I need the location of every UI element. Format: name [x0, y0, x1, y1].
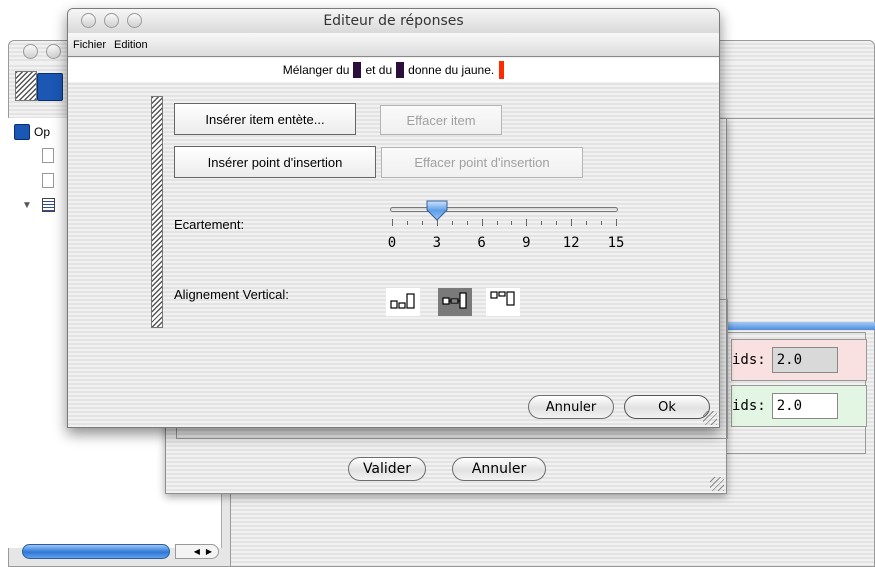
align-bottom-option[interactable] [386, 288, 420, 316]
insert-insertion-point-button[interactable]: Insérer point d'insertion [174, 146, 376, 178]
toolbar-grip [15, 71, 37, 101]
insert-header-item-button[interactable]: Insérer item entète... [174, 103, 356, 135]
weight-row: ids: [731, 339, 867, 381]
document-icon [42, 148, 54, 163]
spacing-slider-thumb[interactable] [425, 199, 449, 221]
slider-tick [556, 221, 558, 225]
sentence-text: Mélanger du [282, 63, 350, 77]
delete-item-button[interactable]: Effacer item [380, 105, 502, 135]
validate-button[interactable]: Valider [348, 457, 426, 481]
close-button[interactable] [81, 13, 96, 28]
slider-tick [451, 221, 453, 225]
slider-tick [466, 221, 468, 225]
align-middle-icon [442, 292, 467, 309]
tree-item-list[interactable]: ▼ [22, 198, 55, 212]
align-middle-option[interactable] [438, 288, 472, 316]
arrow-right-icon[interactable]: ▶ [206, 547, 212, 556]
slider-tick [541, 221, 543, 225]
weight-label: ids: [732, 352, 766, 368]
insertion-slot[interactable] [396, 62, 405, 78]
align-bottom-icon [390, 293, 415, 309]
tree-item-doc[interactable] [42, 173, 54, 188]
slider-tick [601, 221, 603, 225]
vertical-alignment-label: Alignement Vertical: [174, 287, 289, 302]
answer-editor-dialog: Editeur de réponses Fichier Edition Méla… [67, 8, 720, 428]
menu-file[interactable]: Fichier [73, 39, 106, 51]
slider-thumb-icon [426, 200, 448, 221]
answer-sentence[interactable]: Mélanger du et du donne du jaune. [68, 58, 719, 82]
slider-tick [616, 219, 617, 226]
slider-tick [526, 219, 528, 226]
disclosure-triangle-icon[interactable]: ▼ [22, 200, 32, 211]
ok-button[interactable]: Ok [624, 395, 710, 419]
horizontal-scroll-thumb[interactable] [22, 544, 170, 559]
slider-tick [571, 219, 573, 226]
dialog-title-text: Editeur de réponses [323, 13, 464, 29]
list-icon [41, 198, 55, 212]
minimize-button[interactable] [46, 44, 61, 59]
slider-tick [406, 221, 408, 225]
weight-label: ids: [732, 398, 766, 414]
book-icon[interactable] [37, 73, 63, 101]
insertion-slot[interactable] [353, 62, 362, 78]
arrow-left-icon[interactable]: ◀ [194, 547, 200, 556]
align-top-option[interactable] [486, 288, 520, 316]
dialog-title: Editeur de réponses [68, 9, 719, 34]
drag-handle[interactable] [151, 96, 163, 328]
slider-tick-label: 3 [432, 235, 442, 251]
slider-tick [496, 221, 498, 225]
slider-tick-label: 15 [607, 235, 625, 251]
cancel-button[interactable]: Annuler [452, 457, 546, 481]
slider-tick-label: 0 [387, 235, 397, 251]
book-icon [14, 124, 30, 140]
weight-field[interactable] [771, 347, 838, 373]
tree-item-root[interactable]: Op [14, 124, 50, 140]
resize-grip[interactable] [710, 477, 724, 491]
close-button[interactable] [23, 44, 38, 59]
menu-bar: Fichier Edition [68, 33, 719, 57]
tree-item-label: Op [34, 125, 51, 139]
resize-grip[interactable] [703, 411, 717, 425]
zoom-button[interactable] [127, 13, 142, 28]
menu-edit[interactable]: Edition [114, 39, 148, 51]
weight-field[interactable] [771, 393, 838, 419]
slider-tick [511, 221, 513, 225]
delete-insertion-point-button[interactable]: Effacer point d'insertion [381, 147, 583, 178]
slider-tick [392, 219, 393, 226]
cancel-button[interactable]: Annuler [528, 395, 614, 419]
selection-highlight [720, 322, 875, 330]
scroll-arrows[interactable]: ◀ ▶ [175, 544, 219, 559]
slider-tick [421, 221, 423, 225]
slider-tick [481, 219, 483, 226]
sentence-text: et du [365, 63, 393, 77]
text-cursor [499, 61, 505, 79]
slider-tick-label: 12 [562, 235, 580, 251]
sentence-text: donne du jaune. [408, 63, 495, 77]
field-panel: ids: ids: [726, 332, 867, 454]
document-icon [42, 173, 54, 188]
slider-tick-label: 9 [522, 235, 531, 251]
tree-item-doc[interactable] [42, 148, 54, 163]
slider-tick [586, 221, 588, 225]
weight-row: ids: [731, 385, 867, 427]
minimize-button[interactable] [104, 13, 119, 28]
spacing-label: Ecartement: [174, 217, 245, 232]
slider-tick-label: 6 [477, 235, 486, 251]
align-top-icon [490, 291, 515, 306]
